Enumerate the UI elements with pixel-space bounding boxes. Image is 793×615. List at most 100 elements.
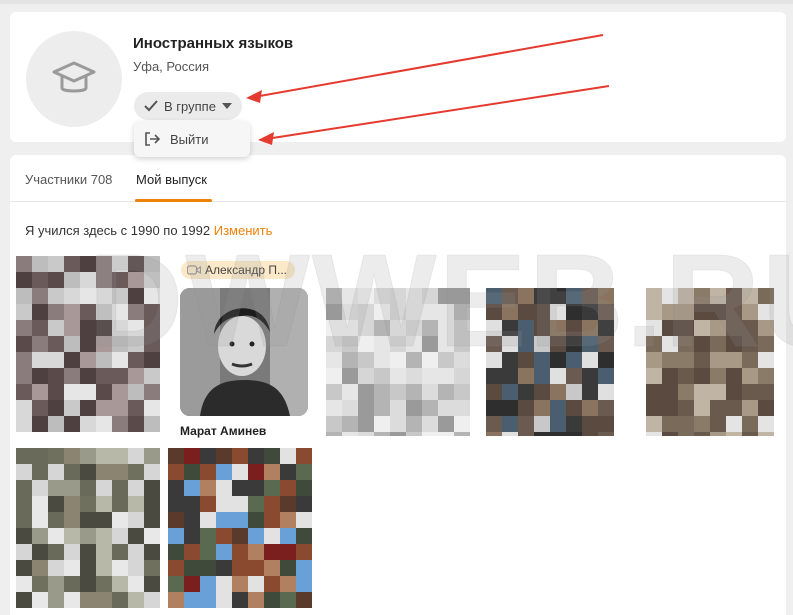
blur-pixel (486, 304, 502, 320)
blur-pixel (710, 288, 726, 304)
blur-pixel (48, 464, 64, 480)
member-photo-3[interactable] (326, 288, 470, 436)
blur-pixel (96, 528, 112, 544)
blur-pixel (264, 480, 280, 496)
blur-pixel (112, 560, 128, 576)
blur-pixel (48, 560, 64, 576)
blur-pixel (710, 352, 726, 368)
blur-pixel (232, 496, 248, 512)
blur-pixel (486, 416, 502, 432)
membership-button[interactable]: В группе (134, 92, 242, 120)
blur-pixel (502, 288, 518, 304)
blur-pixel (374, 384, 390, 400)
blur-pixel (694, 384, 710, 400)
blur-pixel (598, 288, 614, 304)
blur-pixel (32, 336, 48, 352)
blur-pixel (112, 576, 128, 592)
blur-pixel (232, 528, 248, 544)
graduation-cap-icon (52, 61, 96, 93)
blur-pixel (280, 448, 296, 464)
blur-pixel (264, 544, 280, 560)
blur-pixel (710, 384, 726, 400)
blur-pixel (662, 432, 678, 436)
blur-pixel (374, 416, 390, 432)
blur-pixel (742, 368, 758, 384)
blur-pixel (358, 400, 374, 416)
blur-pixel (128, 496, 144, 512)
blur-pixel (598, 416, 614, 432)
blur-pixel (264, 496, 280, 512)
blur-pixel (80, 592, 96, 608)
member-photo-1[interactable] (16, 256, 160, 432)
blur-pixel (16, 400, 32, 416)
blur-pixel (502, 352, 518, 368)
blur-pixel (80, 544, 96, 560)
blur-pixel (646, 400, 662, 416)
blur-pixel (566, 432, 582, 436)
member-photo-6[interactable] (16, 448, 160, 608)
blur-pixel (48, 400, 64, 416)
blur-pixel (374, 288, 390, 304)
blur-pixel (16, 416, 32, 432)
blur-pixel (32, 528, 48, 544)
blur-pixel (96, 592, 112, 608)
blur-pixel (64, 448, 80, 464)
blur-pixel (32, 320, 48, 336)
blur-pixel (112, 288, 128, 304)
blur-pixel (32, 560, 48, 576)
blur-pixel (112, 464, 128, 480)
blur-pixel (662, 352, 678, 368)
blur-pixel (200, 512, 216, 528)
blur-pixel (566, 304, 582, 320)
tab-my-class[interactable]: Мой выпуск (136, 172, 207, 187)
group-avatar[interactable] (26, 31, 122, 127)
blur-pixel (598, 384, 614, 400)
blur-pixel (550, 368, 566, 384)
blur-pixel (486, 384, 502, 400)
blur-pixel (678, 416, 694, 432)
blur-pixel (168, 576, 184, 592)
blur-pixel (144, 544, 160, 560)
blur-pixel (96, 320, 112, 336)
blur-pixel (454, 368, 470, 384)
blur-pixel (112, 512, 128, 528)
blur-pixel (96, 480, 112, 496)
blur-pixel (48, 320, 64, 336)
blur-pixel (374, 304, 390, 320)
blur-pixel (390, 336, 406, 352)
member-photo-4[interactable] (486, 288, 614, 436)
member-photo-7[interactable] (168, 448, 312, 608)
member-tag[interactable]: Александр П... (181, 261, 296, 279)
blur-pixel (80, 464, 96, 480)
blur-pixel (48, 480, 64, 496)
member-name[interactable]: Марат Аминев (180, 424, 266, 438)
blur-pixel (534, 432, 550, 436)
blur-pixel (438, 288, 454, 304)
blur-pixel (216, 592, 232, 608)
edit-link[interactable]: Изменить (214, 223, 273, 238)
blur-pixel (48, 576, 64, 592)
blur-pixel (32, 400, 48, 416)
blur-pixel (296, 512, 312, 528)
blur-pixel (534, 384, 550, 400)
blur-pixel (280, 528, 296, 544)
blur-pixel (216, 480, 232, 496)
blur-pixel (96, 560, 112, 576)
group-location: Уфа, Россия (133, 59, 210, 74)
blur-pixel (726, 288, 742, 304)
blur-pixel (248, 544, 264, 560)
blur-pixel (96, 576, 112, 592)
member-photo-marat[interactable] (180, 288, 308, 416)
blur-pixel (280, 464, 296, 480)
member-photo-5[interactable] (646, 288, 774, 436)
tab-participants[interactable]: Участники 708 (25, 172, 112, 187)
blur-pixel (342, 368, 358, 384)
blur-pixel (406, 416, 422, 432)
blur-pixel (486, 368, 502, 384)
blur-pixel (16, 256, 32, 272)
leave-group-menu-item[interactable]: Выйти (134, 121, 250, 157)
blur-pixel (80, 352, 96, 368)
blur-pixel (710, 368, 726, 384)
blur-pixel (16, 304, 32, 320)
blur-pixel (144, 272, 160, 288)
